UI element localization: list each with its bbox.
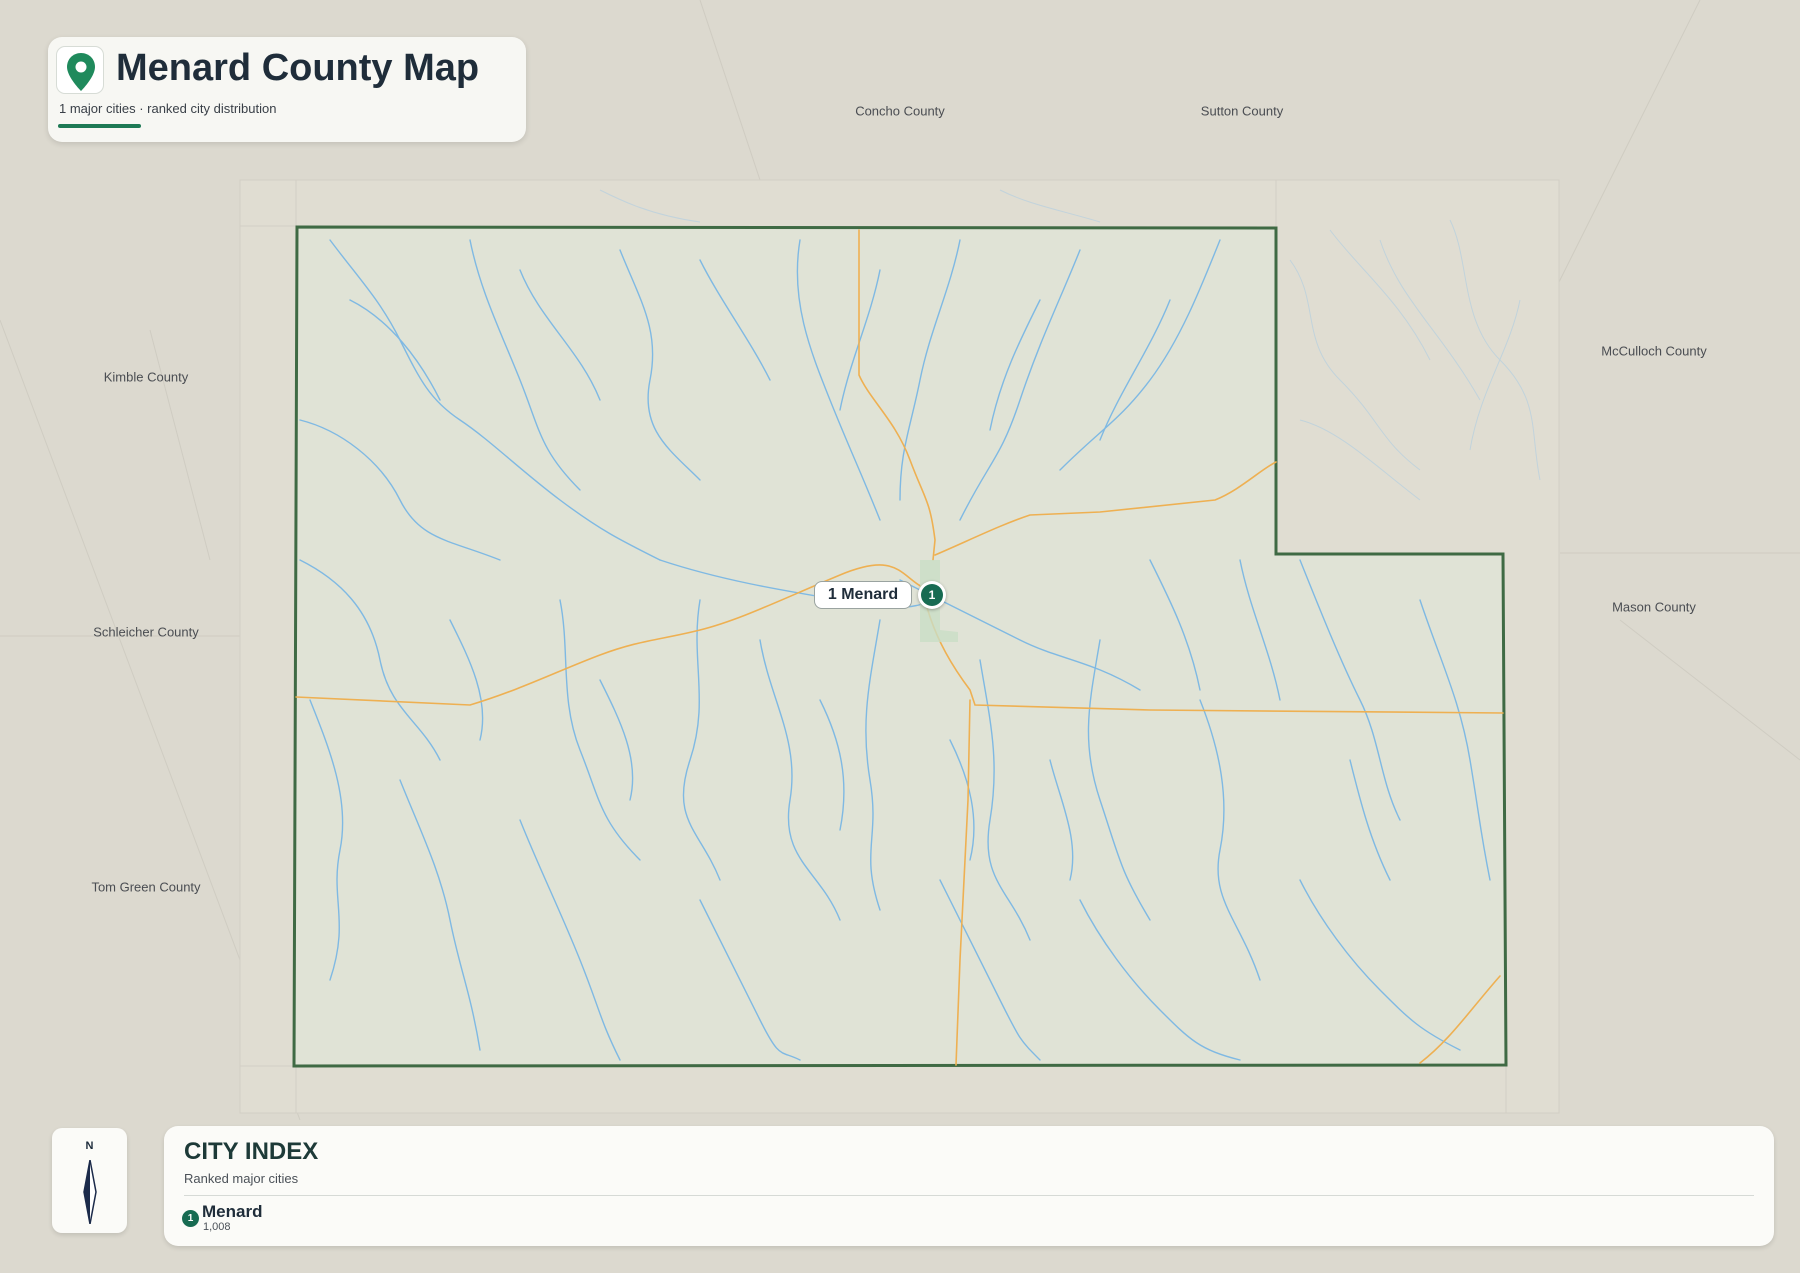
neighbor-label-mason: Mason County: [1612, 599, 1696, 615]
title-underline: [58, 124, 141, 128]
neighbor-label-schleicher: Schleicher County: [93, 624, 199, 640]
compass-needle-icon: [83, 1160, 97, 1224]
city-index-divider: [184, 1195, 1754, 1196]
city-index-item[interactable]: 1 Menard 1,008: [182, 1200, 482, 1240]
neighbor-label-kimble: Kimble County: [103, 369, 189, 385]
neighbor-label-concho: Concho County: [855, 103, 945, 119]
city-index-population: 1,008: [203, 1221, 231, 1233]
city-marker-menard[interactable]: 1: [918, 581, 946, 609]
neighbor-label-sutton: Sutton County: [1200, 103, 1284, 119]
city-index-subtitle: Ranked major cities: [184, 1171, 299, 1186]
page-title: Menard County Map: [116, 47, 480, 89]
city-callout-menard[interactable]: 1 Menard: [814, 581, 912, 609]
city-marker-rank: 1: [921, 584, 943, 606]
title-card: Menard County Map 1 major cities · ranke…: [48, 37, 526, 142]
city-index-rank-badge: 1: [182, 1210, 199, 1227]
city-index-panel: CITY INDEX Ranked major cities 1 Menard …: [164, 1126, 1774, 1246]
compass: N: [52, 1128, 127, 1233]
map-canvas[interactable]: [0, 0, 1800, 1273]
map-pin-icon: [56, 46, 104, 94]
neighbor-label-mcculloch: McCulloch County: [1601, 343, 1707, 359]
city-index-title: CITY INDEX: [184, 1138, 319, 1165]
compass-north-label: N: [85, 1140, 94, 1152]
neighbor-label-tomgreen: Tom Green County: [91, 879, 201, 895]
page-subtitle: 1 major cities · ranked city distributio…: [59, 101, 277, 116]
city-index-name: Menard: [202, 1202, 263, 1221]
